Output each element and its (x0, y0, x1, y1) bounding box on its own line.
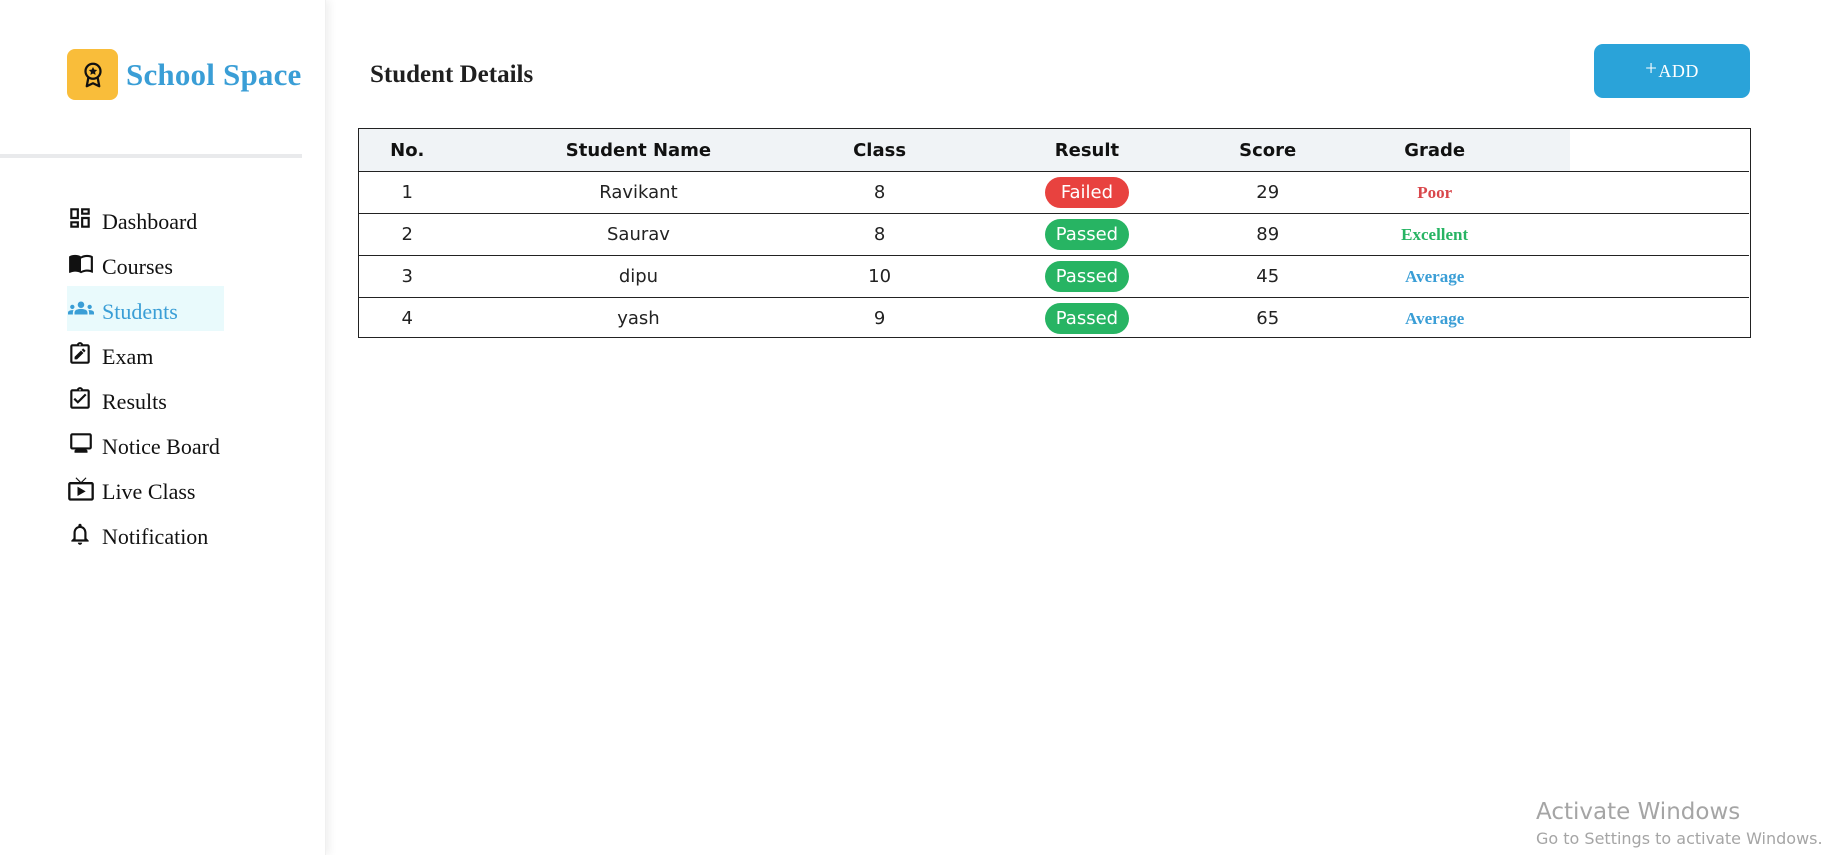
cell-class: 8 (873, 223, 886, 245)
cell-score: 45 (1256, 265, 1280, 287)
cell-no: 3 (401, 265, 413, 287)
book-icon (67, 250, 95, 278)
cell-result: Failed (938, 171, 1236, 213)
grade-label: Excellent (1401, 224, 1469, 244)
column-header-result[interactable]: Result (938, 129, 1236, 171)
cell-score: 29 (1256, 181, 1280, 203)
cell-student-name: Saurav (606, 223, 670, 245)
table-row[interactable]: 1 Ravikant 8 Failed 29 Poor (359, 171, 1570, 213)
cell-student-name: yash (617, 307, 660, 329)
sidebar-item-label: Live Class (102, 479, 196, 504)
page-title: Student Details (370, 61, 534, 88)
activate-windows-watermark: Activate Windows Go to Settings to activ… (1536, 799, 1823, 848)
sidebar-item-label: Courses (102, 254, 173, 279)
cell-class: 10 (868, 265, 892, 287)
column-header-score[interactable]: Score (1236, 129, 1299, 171)
cell-class: 8 (873, 181, 886, 203)
sidebar: School Space Dashboard Courses Students (0, 0, 326, 855)
sidebar-item-notice-board[interactable]: Notice Board (67, 421, 224, 466)
students-table: No. Student Name Class Result Score Grad… (358, 128, 1751, 338)
sidebar-item-label: Dashboard (102, 209, 198, 234)
column-header-grade[interactable]: Grade (1299, 129, 1570, 171)
status-badge-passed: Passed (1044, 260, 1129, 292)
row-divider (359, 213, 1749, 214)
status-badge-passed: Passed (1044, 302, 1129, 334)
edit-note-icon (67, 340, 95, 368)
add-student-button[interactable]: + ADD (1594, 44, 1750, 98)
sidebar-item-label: Results (102, 389, 167, 414)
cell-result: Passed (938, 213, 1236, 255)
column-header-class[interactable]: Class (821, 129, 937, 171)
table-row[interactable]: 2 Saurav 8 Passed 89 Excellent (359, 213, 1570, 255)
live-tv-icon (67, 475, 95, 503)
cell-result: Passed (938, 297, 1236, 339)
sidebar-item-label: Notice Board (102, 434, 220, 459)
sidebar-item-students[interactable]: Students (67, 286, 224, 331)
watermark-subtitle: Go to Settings to activate Windows. (1536, 829, 1823, 848)
sidebar-nav: Dashboard Courses Students Exam Results (67, 196, 224, 556)
row-divider (359, 171, 1749, 172)
row-divider (359, 255, 1749, 256)
bell-icon (67, 520, 95, 548)
table-row[interactable]: 3 dipu 10 Passed 45 Average (359, 255, 1570, 297)
table-row[interactable]: 4 yash 9 Passed 65 Average (359, 297, 1570, 339)
dashboard-icon (67, 205, 95, 233)
monitor-icon (67, 430, 95, 458)
table-header-row: No. Student Name Class Result Score Grad… (359, 129, 1570, 171)
sidebar-item-results[interactable]: Results (67, 376, 224, 421)
brand[interactable]: School Space (67, 49, 302, 100)
column-header-student-name[interactable]: Student Name (456, 129, 822, 171)
grade-label: Poor (1417, 182, 1453, 202)
sidebar-item-exam[interactable]: Exam (67, 331, 224, 376)
cell-grade: Average (1299, 255, 1570, 297)
cell-no: 4 (401, 307, 413, 329)
cell-no: 2 (401, 223, 413, 245)
sidebar-item-dashboard[interactable]: Dashboard (67, 196, 224, 241)
cell-no: 1 (401, 181, 413, 203)
people-icon (67, 295, 95, 323)
plus-icon: + (1645, 55, 1658, 80)
cell-class: 9 (873, 307, 886, 329)
cell-score: 89 (1256, 223, 1280, 245)
cell-student-name: dipu (618, 265, 659, 287)
clipboard-check-icon (67, 385, 95, 413)
sidebar-divider (0, 154, 302, 158)
add-button-label: ADD (1658, 60, 1699, 81)
sidebar-item-label: Notification (102, 524, 209, 549)
column-header-no[interactable]: No. (359, 129, 456, 171)
award-icon (67, 49, 118, 100)
cell-result: Passed (938, 255, 1236, 297)
row-divider (359, 297, 1749, 298)
sidebar-item-courses[interactable]: Courses (67, 241, 224, 286)
sidebar-item-label: Students (102, 299, 178, 324)
main-content: Student Details + ADD No. Student Name C… (326, 0, 1845, 855)
cell-score: 65 (1256, 307, 1280, 329)
sidebar-item-notification[interactable]: Notification (67, 511, 224, 556)
status-badge-passed: Passed (1044, 218, 1129, 250)
cell-grade: Average (1299, 297, 1570, 339)
grade-label: Average (1405, 266, 1465, 286)
cell-grade: Excellent (1299, 213, 1570, 255)
cell-student-name: Ravikant (599, 181, 678, 203)
watermark-title: Activate Windows (1536, 799, 1741, 825)
status-badge-failed: Failed (1044, 176, 1129, 208)
brand-name: School Space (126, 56, 302, 92)
grade-label: Average (1405, 308, 1465, 328)
sidebar-item-live-class[interactable]: Live Class (67, 466, 224, 511)
cell-grade: Poor (1299, 171, 1570, 213)
sidebar-item-label: Exam (102, 344, 154, 369)
